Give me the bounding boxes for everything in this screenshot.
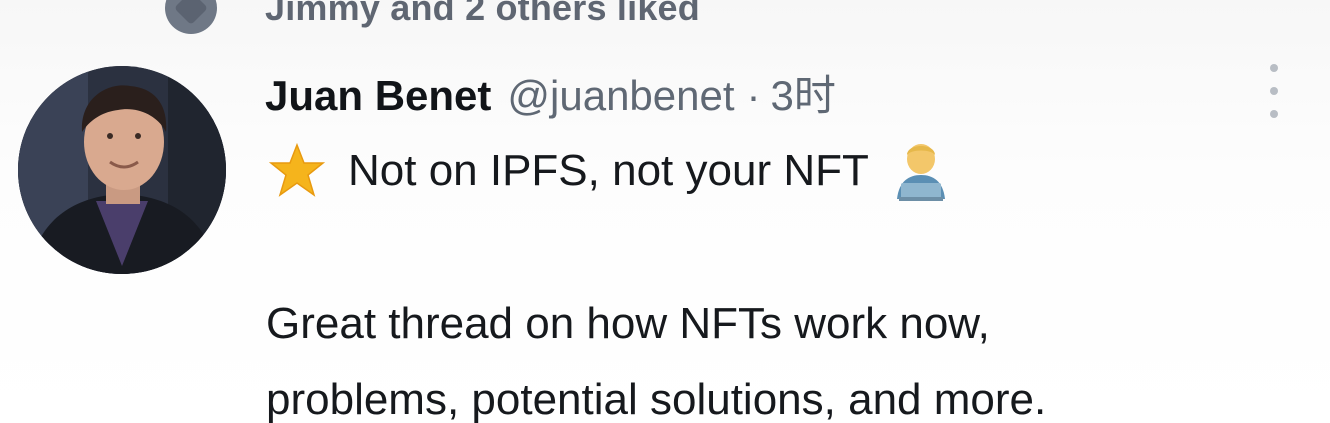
avatar[interactable] [18, 66, 226, 274]
more-options-icon[interactable] [1262, 64, 1286, 118]
menu-dot [1270, 110, 1278, 118]
tweet-timestamp[interactable]: 3时 [771, 62, 836, 123]
author-handle[interactable]: @juanbenet [507, 72, 734, 120]
menu-dot [1270, 87, 1278, 95]
paragraph-line: Great thread on how NFTs work now, [266, 299, 990, 348]
tweet-text-paragraph: Great thread on how NFTs work now, probl… [266, 286, 1326, 423]
header-separator: · [746, 72, 761, 119]
tweet-text-primary: Not on IPFS, not your NFT [348, 146, 869, 195]
social-context: Jimmy and 2 others liked [165, 0, 700, 38]
star-emoji-icon [268, 142, 326, 197]
tweet-card[interactable]: Jimmy and 2 others liked Juan Benet @jua… [0, 0, 1330, 423]
man-technologist-emoji-icon [896, 144, 945, 201]
tweet-header: Juan Benet @juanbenet · 3时 [265, 62, 836, 126]
tweet-text-line: Not on IPFS, not your NFT [268, 136, 951, 206]
menu-dot [1270, 64, 1278, 72]
heart-icon [165, 0, 217, 34]
paragraph-line: problems, potential solutions, and more. [266, 375, 1047, 423]
author-display-name[interactable]: Juan Benet [265, 72, 491, 120]
social-context-text: Jimmy and 2 others liked [265, 0, 700, 28]
